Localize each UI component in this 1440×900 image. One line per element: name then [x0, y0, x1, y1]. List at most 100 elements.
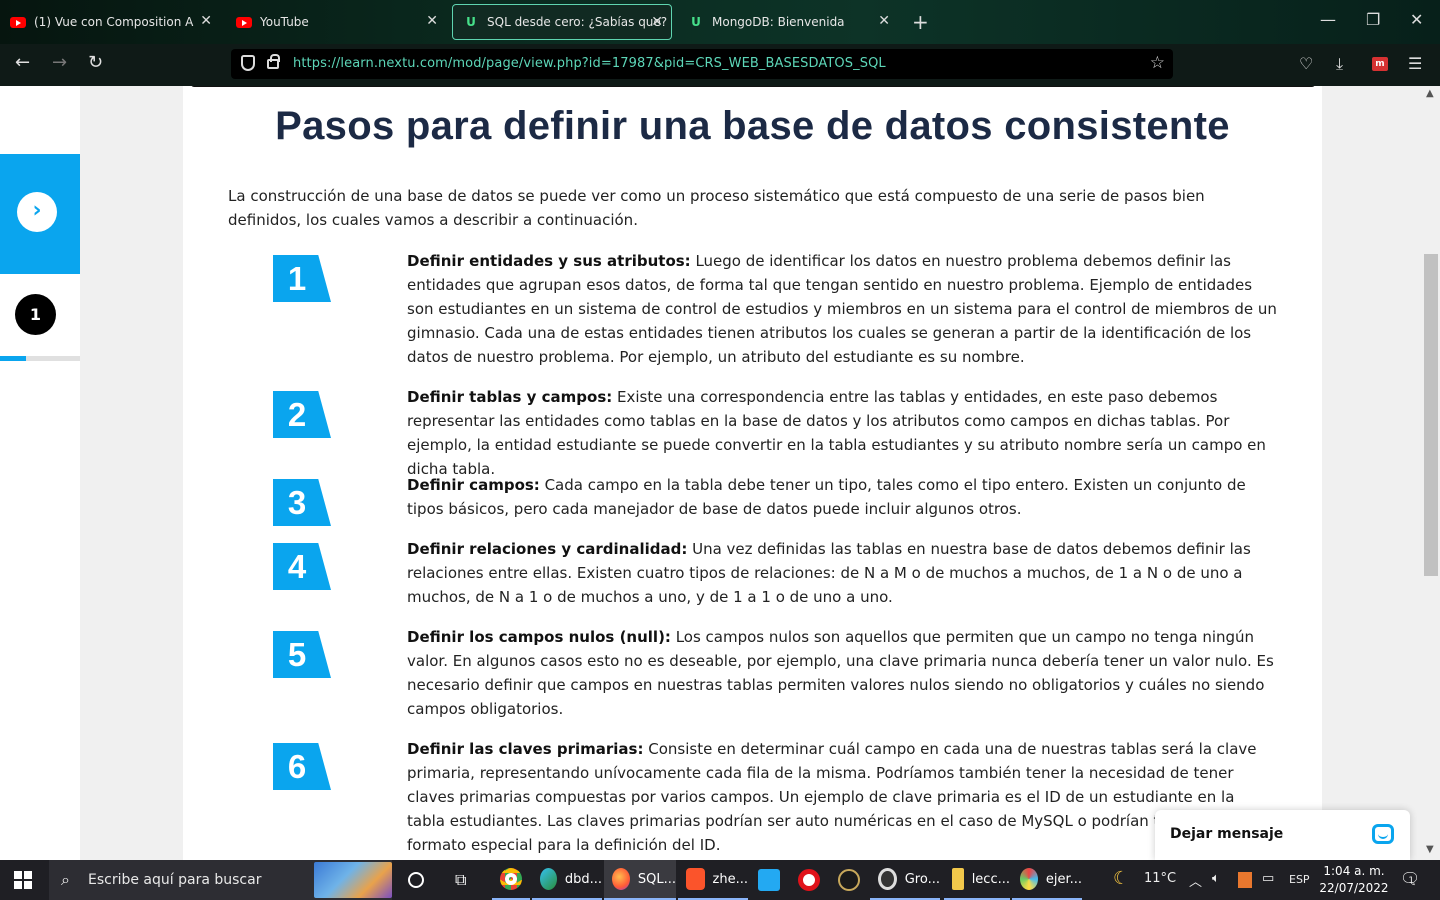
- groove-icon: [878, 868, 897, 890]
- scroll-down-icon[interactable]: ▼: [1426, 844, 1434, 855]
- network-icon[interactable]: ▭: [1262, 871, 1274, 886]
- menu-icon[interactable]: ☰: [1408, 54, 1422, 73]
- back-icon[interactable]: ←: [15, 52, 30, 73]
- step-description: Definir los campos nulos (null): Los cam…: [407, 628, 1274, 718]
- folder-icon: [952, 868, 964, 890]
- weather-moon-icon[interactable]: ☾: [1113, 868, 1129, 889]
- edge-icon: [540, 868, 557, 890]
- step-number-badge: 3: [273, 479, 331, 526]
- windows-taskbar: ⌕ Escribe aquí para buscar ⧉ dbd... SQL.…: [0, 860, 1440, 900]
- nextu-icon: U: [691, 15, 701, 29]
- pocket-icon[interactable]: ♡: [1299, 54, 1313, 73]
- nextu-icon: U: [466, 15, 476, 29]
- step-description: Definir las claves primarias: Consiste e…: [407, 740, 1257, 854]
- step-heading: Definir campos:: [407, 476, 540, 494]
- clock-date: 22/07/2022: [1319, 881, 1389, 895]
- tray-app-icon[interactable]: [1238, 872, 1252, 888]
- minimize-icon[interactable]: —: [1320, 10, 1336, 29]
- page-title: Pasos para definir una base de datos con…: [275, 104, 1230, 148]
- page-scrollbar[interactable]: ▲ ▼: [1422, 86, 1440, 860]
- taskbar-app-edge[interactable]: dbd...: [532, 860, 602, 900]
- chat-bubble-icon[interactable]: [1372, 824, 1394, 844]
- notification-count: 1: [1408, 876, 1415, 886]
- brave-icon: [686, 868, 705, 890]
- windows-start-icon[interactable]: [14, 871, 32, 889]
- close-tab-icon[interactable]: ✕: [651, 14, 663, 30]
- step-heading: Definir entidades y sus atributos:: [407, 252, 691, 270]
- language-indicator[interactable]: ESP: [1289, 873, 1310, 886]
- opera-icon[interactable]: [790, 860, 828, 900]
- step-number-badge: 1: [273, 255, 331, 302]
- step-number-badge: 2: [273, 391, 331, 438]
- search-placeholder: Escribe aquí para buscar: [88, 872, 262, 888]
- chevron-right-icon[interactable]: ›: [17, 192, 57, 232]
- bookmark-star-icon[interactable]: ☆: [1150, 53, 1165, 73]
- content-card: Pasos para definir una base de datos con…: [183, 86, 1322, 860]
- taskbar-app-groove[interactable]: Gro...: [870, 860, 940, 900]
- close-tab-icon[interactable]: ✕: [878, 13, 890, 29]
- restore-icon[interactable]: ❐: [1366, 10, 1380, 29]
- scroll-up-icon[interactable]: ▲: [1426, 88, 1434, 99]
- new-tab-icon[interactable]: +: [912, 10, 929, 34]
- card-top-border: [191, 86, 1315, 87]
- step-heading: Definir relaciones y cardinalidad:: [407, 540, 688, 558]
- lesson-progress-bar: [0, 356, 80, 361]
- progress-fill: [0, 356, 27, 361]
- cortana-icon[interactable]: [404, 860, 424, 900]
- step-description: Definir entidades y sus atributos: Luego…: [407, 252, 1277, 366]
- step-heading: Definir las claves primarias:: [407, 740, 644, 758]
- close-tab-icon[interactable]: ✕: [200, 13, 212, 29]
- notifications-icon[interactable]: 🗨︎1: [1400, 869, 1426, 888]
- scrollbar-thumb[interactable]: [1424, 254, 1438, 576]
- youtube-icon: [10, 16, 26, 28]
- step-description: Definir relaciones y cardinalidad: Una v…: [407, 540, 1251, 606]
- step-heading: Definir tablas y campos:: [407, 388, 613, 406]
- tab-mongodb[interactable]: U MongoDB: Bienvenida ✕: [678, 4, 898, 40]
- lesson-step-number[interactable]: 1: [15, 294, 56, 335]
- tab-sql-desde-cero[interactable]: U SQL desde cero: ¿Sabías que? ✕: [452, 4, 672, 40]
- lock-icon[interactable]: [267, 54, 280, 69]
- tray-chevron-up-icon[interactable]: ︿: [1189, 871, 1202, 890]
- tab-vue-composition[interactable]: (1) Vue con Composition API y ✕: [0, 4, 220, 40]
- step-description: Definir campos: Cada campo en la tabla d…: [407, 476, 1246, 518]
- extension-icon[interactable]: m: [1372, 57, 1388, 71]
- volume-icon[interactable]: 🔈︎: [1212, 871, 1220, 886]
- chat-label[interactable]: Dejar mensaje: [1170, 826, 1283, 842]
- intro-paragraph: La construcción de una base de datos se …: [228, 187, 1205, 229]
- taskbar-app-firefox[interactable]: SQL...: [604, 860, 676, 900]
- taskbar-search[interactable]: ⌕ Escribe aquí para buscar: [49, 860, 392, 900]
- tracking-shield-icon[interactable]: [241, 55, 255, 71]
- taskbar-app-explorer[interactable]: lecc...: [944, 860, 1010, 900]
- firefox-icon: [612, 868, 630, 890]
- league-icon[interactable]: [830, 860, 868, 900]
- taskbar-clock[interactable]: 1:04 a. m. 22/07/2022: [1316, 863, 1392, 897]
- reload-icon[interactable]: ↻: [88, 52, 103, 73]
- clock-time: 1:04 a. m.: [1323, 864, 1385, 878]
- tab-youtube[interactable]: YouTube ✕: [226, 4, 446, 40]
- taskbar-app-paint[interactable]: ejer...: [1012, 860, 1082, 900]
- forward-icon[interactable]: →: [52, 52, 67, 73]
- download-icon[interactable]: ⤓: [1336, 54, 1343, 74]
- chat-widget[interactable]: Dejar mensaje: [1155, 810, 1410, 860]
- close-tab-icon[interactable]: ✕: [426, 13, 438, 29]
- lesson-sidebar: › 1: [0, 86, 80, 860]
- address-bar[interactable]: https://learn.nextu.com/mod/page/view.ph…: [231, 49, 1173, 79]
- step-heading: Definir los campos nulos (null):: [407, 628, 671, 646]
- weather-text[interactable]: 11°C: [1144, 871, 1176, 886]
- chrome-icon[interactable]: [492, 860, 530, 900]
- url-text[interactable]: https://learn.nextu.com/mod/page/view.ph…: [293, 56, 886, 71]
- vscode-icon[interactable]: [750, 860, 788, 900]
- page-viewport: › 1 Pasos para definir una base de datos…: [0, 86, 1440, 860]
- step-number-badge: 6: [273, 743, 331, 790]
- browser-tab-bar: (1) Vue con Composition API y ✕ YouTube …: [0, 0, 1440, 44]
- step-number-badge: 4: [273, 543, 331, 590]
- close-window-icon[interactable]: ✕: [1410, 10, 1423, 29]
- sidebar-toggle-panel: ›: [0, 154, 80, 274]
- taskbar-app-brave[interactable]: zhe...: [678, 860, 748, 900]
- step-number-badge: 5: [273, 631, 331, 678]
- paint-icon: [1020, 868, 1038, 890]
- search-icon: ⌕: [61, 870, 70, 889]
- task-view-icon[interactable]: ⧉: [453, 860, 466, 900]
- step-description: Definir tablas y campos: Existe una corr…: [407, 388, 1266, 478]
- search-highlight-image: [314, 862, 392, 898]
